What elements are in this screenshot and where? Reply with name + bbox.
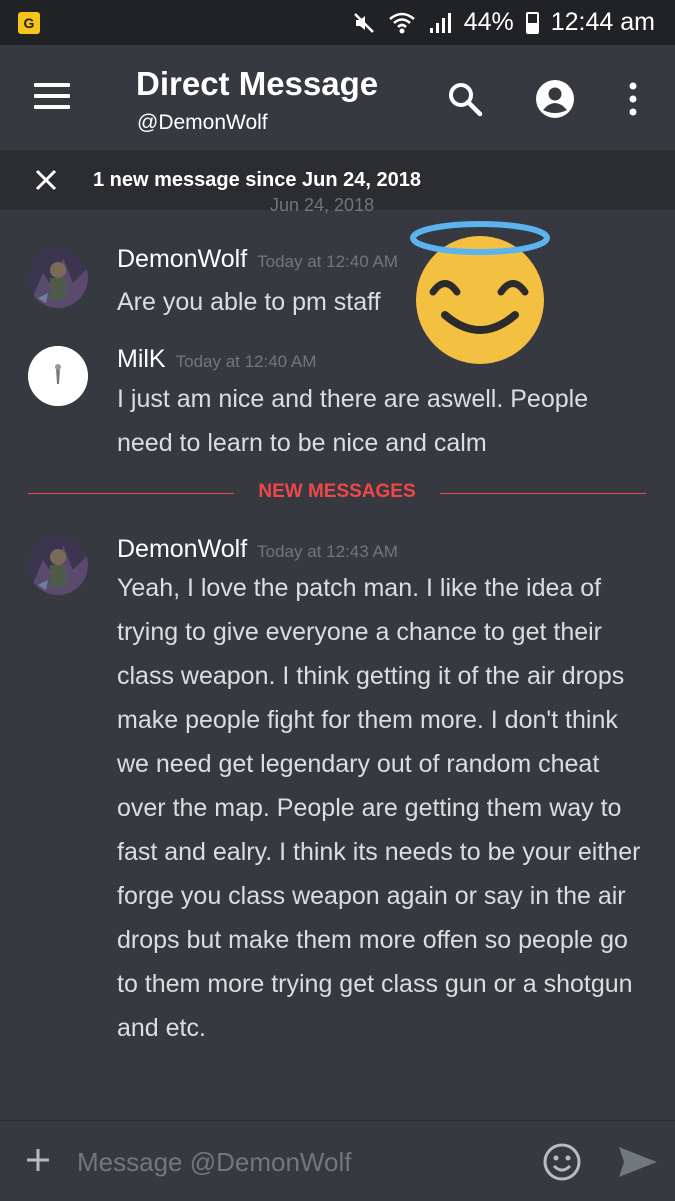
page-title: Direct Message [136,65,379,102]
message-timestamp: Today at 12:40 AM [257,252,398,271]
clock: 12:44 am [550,8,655,36]
mute-icon [353,12,374,33]
send-icon[interactable] [617,1145,659,1179]
battery-percent: 44% [463,8,514,36]
user-profile-icon[interactable] [535,79,575,119]
message-content: Are you able to pm staff [117,288,381,316]
message-author[interactable]: DemonWolf Today at 12:43 AM [117,535,398,564]
close-icon[interactable] [35,169,57,191]
signal-icon [429,12,451,33]
message-author[interactable]: MilK Today at 12:40 AM [117,345,316,374]
new-messages-divider-label: NEW MESSAGES [258,481,416,502]
message-content: I just am nice and there are aswell. Peo… [117,385,589,457]
battery-icon [525,11,539,34]
status-bar: G 44% 12:44 am [0,0,675,45]
search-icon[interactable] [447,81,483,117]
message-content: Yeah, I love the patch man. I like the i… [117,574,641,1042]
app-notification-icon: G [18,12,40,34]
plus-icon[interactable] [25,1147,51,1173]
hamburger-menu-icon[interactable] [34,83,70,111]
date-separator: Jun 24, 2018 [270,195,375,215]
status-icons: 44% 12:44 am [352,0,655,45]
smiling-face-with-halo-icon [410,221,550,364]
message-composer [0,1120,675,1201]
more-options-icon[interactable] [627,81,639,117]
message-timestamp: Today at 12:43 AM [257,542,398,561]
emoji-icon[interactable] [543,1143,581,1181]
avatar[interactable] [28,248,88,308]
avatar[interactable] [28,535,88,595]
avatar[interactable] [28,346,88,406]
message-timestamp: Today at 12:40 AM [175,352,317,371]
wifi-icon [388,12,415,33]
new-messages-banner-text: 1 new message since Jun 24, 2018 [93,169,421,191]
message-author[interactable]: DemonWolf Today at 12:40 AM [117,245,398,274]
app-header: Direct Message @DemonWolf [0,45,675,150]
recipient-username: @DemonWolf [137,111,268,134]
new-messages-divider: NEW MESSAGES [28,481,646,502]
message-input[interactable] [75,1139,519,1185]
